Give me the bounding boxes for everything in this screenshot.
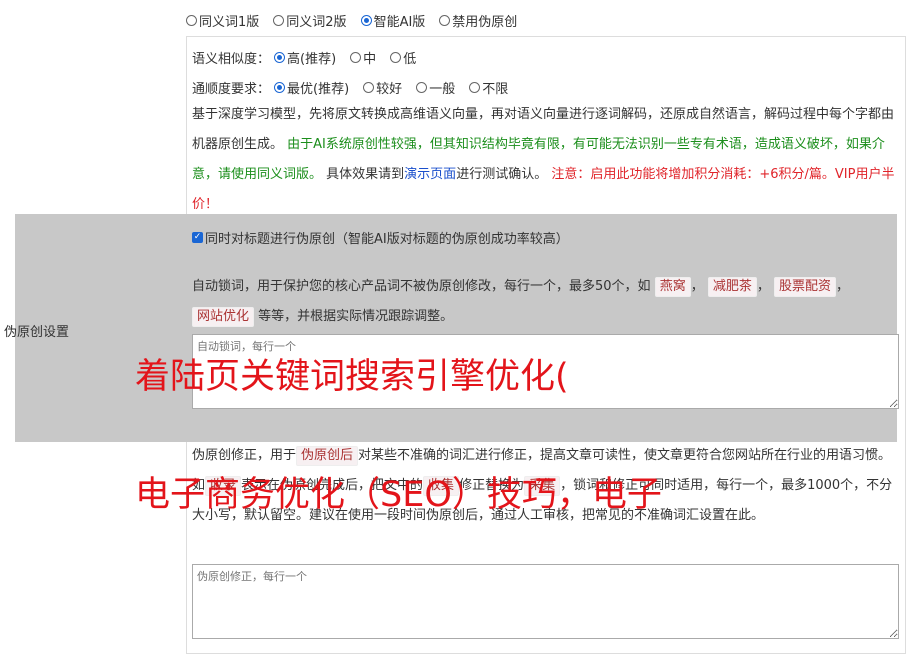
example-tag: 伪原创后 (296, 446, 359, 466)
fluency-good[interactable]: 较好 (363, 78, 402, 97)
demo-page-link[interactable]: 演示页面 (404, 167, 456, 182)
radio-icon (363, 82, 375, 93)
fluency-row: 通顺度要求： 最优(推荐) 较好 一般 不限 (192, 78, 522, 97)
example-tag: 燕窝 (654, 277, 691, 297)
title-rewrite-checkbox[interactable]: ✓ 同时对标题进行伪原创（智能AI版对标题的伪原创成功率较高） (192, 228, 569, 247)
version-option-disable[interactable]: 禁用伪原创 (439, 11, 517, 30)
example-tag: 减肥茶 (707, 277, 757, 297)
similarity-label: 语义相似度： (192, 52, 271, 67)
lock-words-description: 自动锁词，用于保护您的核心产品词不被伪原创修改，每行一个，最多50个，如 燕窝，… (192, 272, 900, 332)
fluency-label: 通顺度要求： (192, 82, 271, 97)
radio-selected-icon (274, 52, 286, 63)
radio-icon (469, 82, 481, 93)
version-radio-group: 同义词1版 同义词2版 智能AI版 禁用伪原创 (186, 11, 531, 30)
similarity-low[interactable]: 低 (390, 48, 416, 67)
fluency-unlimited[interactable]: 不限 (469, 78, 508, 97)
ai-description: 基于深度学习模型，先将原文转换成高维语义向量，再对语义向量进行逐词解码，还原成自… (192, 107, 895, 212)
overlay-headline-1: 着陆页关键词搜索引擎优化( (135, 357, 569, 397)
radio-icon (416, 82, 428, 93)
example-tag: 股票配资 (774, 277, 837, 297)
version-option-ai[interactable]: 智能AI版 (360, 11, 425, 30)
checkbox-checked-icon: ✓ (192, 232, 203, 243)
radio-icon (390, 52, 402, 63)
overlay-headline-2: 电子商务优化（SEO）技巧，电子 (135, 475, 662, 515)
similarity-medium[interactable]: 中 (350, 48, 376, 67)
radio-selected-icon (274, 82, 286, 93)
similarity-row: 语义相似度： 高(推荐) 中 低 (192, 48, 430, 67)
version-option-synonym1[interactable]: 同义词1版 (186, 11, 259, 30)
pseudo-original-settings-label: 伪原创设置 (4, 325, 70, 340)
radio-icon (439, 15, 451, 26)
version-option-synonym2[interactable]: 同义词2版 (273, 11, 347, 30)
fluency-normal[interactable]: 一般 (416, 78, 455, 97)
radio-icon (186, 15, 197, 26)
radio-icon (350, 52, 362, 63)
fluency-best[interactable]: 最优(推荐) (274, 78, 349, 97)
radio-selected-icon (360, 15, 372, 26)
similarity-high[interactable]: 高(推荐) (274, 48, 336, 67)
radio-icon (273, 15, 285, 26)
correction-input[interactable] (192, 564, 899, 639)
example-tag: 网站优化 (192, 307, 255, 327)
